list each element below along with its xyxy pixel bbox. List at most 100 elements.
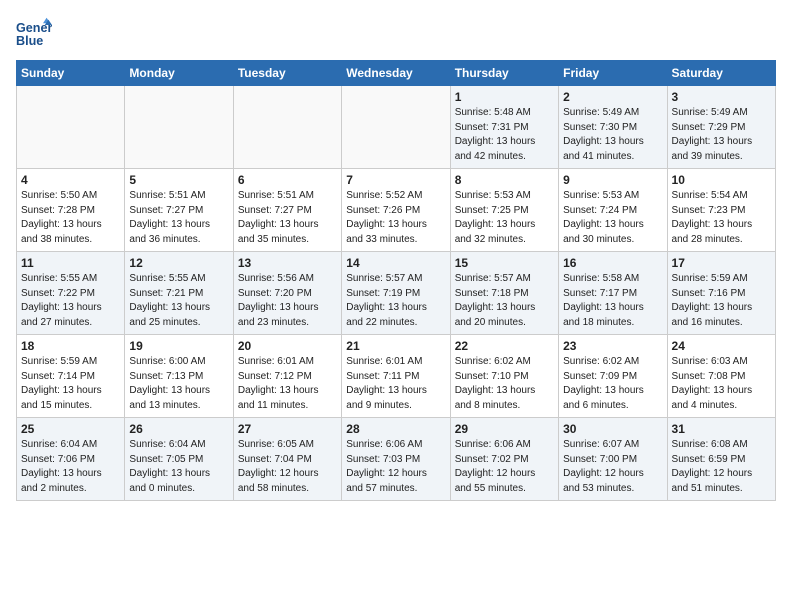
svg-text:Blue: Blue <box>16 34 43 48</box>
calendar-cell: 18Sunrise: 5:59 AM Sunset: 7:14 PM Dayli… <box>17 335 125 418</box>
calendar-cell <box>17 86 125 169</box>
day-number: 15 <box>455 256 554 270</box>
day-info: Sunrise: 6:04 AM Sunset: 7:06 PM Dayligh… <box>21 438 120 496</box>
calendar-cell: 6 Sunrise: 5:51 AM Sunset: 7:27 PM Daylig… <box>233 169 341 252</box>
day-info: Sunrise: 5:51 AM Sunset: 7:27 PM Dayligh… <box>238 189 337 247</box>
header-wednesday: Wednesday <box>342 61 450 86</box>
day-info: Sunrise: 6:03 AM Sunset: 7:08 PM Dayligh… <box>672 355 771 413</box>
calendar-cell <box>342 86 450 169</box>
calendar-cell: 26 Sunrise: 6:04 AM Sunset: 7:05 PM Dayli… <box>125 418 233 501</box>
calendar-cell: 16 Sunrise: 5:58 AM Sunset: 7:17 PM Dayli… <box>559 252 667 335</box>
calendar-cell <box>125 86 233 169</box>
day-number: 19 <box>129 339 228 353</box>
week-row-2: 4 Sunrise: 5:50 AM Sunset: 7:28 PM Daylig… <box>17 169 776 252</box>
calendar-cell: 19 Sunrise: 6:00 AM Sunset: 7:13 PM Dayli… <box>125 335 233 418</box>
week-row-4: 18Sunrise: 5:59 AM Sunset: 7:14 PM Dayli… <box>17 335 776 418</box>
logo: General Blue <box>16 16 58 52</box>
calendar-cell: 25 Sunrise: 6:04 AM Sunset: 7:06 PM Dayli… <box>17 418 125 501</box>
day-number: 23 <box>563 339 662 353</box>
calendar-cell: 11 Sunrise: 5:55 AM Sunset: 7:22 PM Dayli… <box>17 252 125 335</box>
calendar-cell: 13 Sunrise: 5:56 AM Sunset: 7:20 PM Dayli… <box>233 252 341 335</box>
day-info: Sunrise: 5:57 AM Sunset: 7:19 PM Dayligh… <box>346 272 445 330</box>
page-header: General Blue <box>16 16 776 52</box>
calendar-cell: 1 Sunrise: 5:48 AM Sunset: 7:31 PM Daylig… <box>450 86 558 169</box>
day-info: Sunrise: 5:53 AM Sunset: 7:25 PM Dayligh… <box>455 189 554 247</box>
day-number: 20 <box>238 339 337 353</box>
day-number: 12 <box>129 256 228 270</box>
calendar-cell: 31 Sunrise: 6:08 AM Sunset: 6:59 PM Dayli… <box>667 418 775 501</box>
calendar-cell: 22 Sunrise: 6:02 AM Sunset: 7:10 PM Dayli… <box>450 335 558 418</box>
day-info: Sunrise: 6:02 AM Sunset: 7:09 PM Dayligh… <box>563 355 662 413</box>
day-number: 5 <box>129 173 228 187</box>
day-info: Sunrise: 6:02 AM Sunset: 7:10 PM Dayligh… <box>455 355 554 413</box>
day-info: Sunrise: 5:48 AM Sunset: 7:31 PM Dayligh… <box>455 106 554 164</box>
day-number: 2 <box>563 90 662 104</box>
calendar-cell: 5 Sunrise: 5:51 AM Sunset: 7:27 PM Daylig… <box>125 169 233 252</box>
day-info: Sunrise: 6:06 AM Sunset: 7:02 PM Dayligh… <box>455 438 554 496</box>
calendar-cell: 15 Sunrise: 5:57 AM Sunset: 7:18 PM Dayli… <box>450 252 558 335</box>
day-info: Sunrise: 6:00 AM Sunset: 7:13 PM Dayligh… <box>129 355 228 413</box>
day-info: Sunrise: 5:56 AM Sunset: 7:20 PM Dayligh… <box>238 272 337 330</box>
day-number: 25 <box>21 422 120 436</box>
day-number: 3 <box>672 90 771 104</box>
calendar-cell: 28Sunrise: 6:06 AM Sunset: 7:03 PM Dayli… <box>342 418 450 501</box>
day-info: Sunrise: 5:49 AM Sunset: 7:29 PM Dayligh… <box>672 106 771 164</box>
header-tuesday: Tuesday <box>233 61 341 86</box>
calendar-cell: 12 Sunrise: 5:55 AM Sunset: 7:21 PM Dayli… <box>125 252 233 335</box>
day-info: Sunrise: 6:08 AM Sunset: 6:59 PM Dayligh… <box>672 438 771 496</box>
day-number: 4 <box>21 173 120 187</box>
calendar-cell: 14Sunrise: 5:57 AM Sunset: 7:19 PM Dayli… <box>342 252 450 335</box>
day-info: Sunrise: 5:57 AM Sunset: 7:18 PM Dayligh… <box>455 272 554 330</box>
day-number: 29 <box>455 422 554 436</box>
day-number: 6 <box>238 173 337 187</box>
day-number: 22 <box>455 339 554 353</box>
calendar-cell: 2 Sunrise: 5:49 AM Sunset: 7:30 PM Daylig… <box>559 86 667 169</box>
day-number: 11 <box>21 256 120 270</box>
header-thursday: Thursday <box>450 61 558 86</box>
day-info: Sunrise: 5:52 AM Sunset: 7:26 PM Dayligh… <box>346 189 445 247</box>
calendar-header-row: SundayMondayTuesdayWednesdayThursdayFrid… <box>17 61 776 86</box>
week-row-1: 1 Sunrise: 5:48 AM Sunset: 7:31 PM Daylig… <box>17 86 776 169</box>
header-sunday: Sunday <box>17 61 125 86</box>
day-info: Sunrise: 5:55 AM Sunset: 7:21 PM Dayligh… <box>129 272 228 330</box>
day-info: Sunrise: 5:55 AM Sunset: 7:22 PM Dayligh… <box>21 272 120 330</box>
day-number: 30 <box>563 422 662 436</box>
calendar-cell: 27Sunrise: 6:05 AM Sunset: 7:04 PM Dayli… <box>233 418 341 501</box>
day-info: Sunrise: 5:54 AM Sunset: 7:23 PM Dayligh… <box>672 189 771 247</box>
header-saturday: Saturday <box>667 61 775 86</box>
day-number: 13 <box>238 256 337 270</box>
day-info: Sunrise: 6:04 AM Sunset: 7:05 PM Dayligh… <box>129 438 228 496</box>
day-info: Sunrise: 5:51 AM Sunset: 7:27 PM Dayligh… <box>129 189 228 247</box>
day-info: Sunrise: 5:50 AM Sunset: 7:28 PM Dayligh… <box>21 189 120 247</box>
day-number: 17 <box>672 256 771 270</box>
logo-icon: General Blue <box>16 16 52 52</box>
day-info: Sunrise: 6:07 AM Sunset: 7:00 PM Dayligh… <box>563 438 662 496</box>
calendar-table: SundayMondayTuesdayWednesdayThursdayFrid… <box>16 60 776 501</box>
day-info: Sunrise: 6:06 AM Sunset: 7:03 PM Dayligh… <box>346 438 445 496</box>
calendar-cell: 4 Sunrise: 5:50 AM Sunset: 7:28 PM Daylig… <box>17 169 125 252</box>
day-info: Sunrise: 5:58 AM Sunset: 7:17 PM Dayligh… <box>563 272 662 330</box>
day-info: Sunrise: 5:53 AM Sunset: 7:24 PM Dayligh… <box>563 189 662 247</box>
day-number: 10 <box>672 173 771 187</box>
calendar-cell: 23 Sunrise: 6:02 AM Sunset: 7:09 PM Dayli… <box>559 335 667 418</box>
day-number: 26 <box>129 422 228 436</box>
calendar-cell: 7Sunrise: 5:52 AM Sunset: 7:26 PM Daylig… <box>342 169 450 252</box>
day-number: 24 <box>672 339 771 353</box>
calendar-cell: 30 Sunrise: 6:07 AM Sunset: 7:00 PM Dayli… <box>559 418 667 501</box>
day-number: 27 <box>238 422 337 436</box>
calendar-cell: 21Sunrise: 6:01 AM Sunset: 7:11 PM Dayli… <box>342 335 450 418</box>
day-number: 8 <box>455 173 554 187</box>
day-info: Sunrise: 5:49 AM Sunset: 7:30 PM Dayligh… <box>563 106 662 164</box>
calendar-cell: 9Sunrise: 5:53 AM Sunset: 7:24 PM Daylig… <box>559 169 667 252</box>
day-info: Sunrise: 5:59 AM Sunset: 7:14 PM Dayligh… <box>21 355 120 413</box>
calendar-cell: 24 Sunrise: 6:03 AM Sunset: 7:08 PM Dayli… <box>667 335 775 418</box>
calendar-cell: 20Sunrise: 6:01 AM Sunset: 7:12 PM Dayli… <box>233 335 341 418</box>
header-friday: Friday <box>559 61 667 86</box>
week-row-5: 25 Sunrise: 6:04 AM Sunset: 7:06 PM Dayli… <box>17 418 776 501</box>
calendar-cell: 8 Sunrise: 5:53 AM Sunset: 7:25 PM Daylig… <box>450 169 558 252</box>
day-number: 16 <box>563 256 662 270</box>
day-number: 1 <box>455 90 554 104</box>
calendar-cell <box>233 86 341 169</box>
week-row-3: 11 Sunrise: 5:55 AM Sunset: 7:22 PM Dayli… <box>17 252 776 335</box>
day-number: 31 <box>672 422 771 436</box>
